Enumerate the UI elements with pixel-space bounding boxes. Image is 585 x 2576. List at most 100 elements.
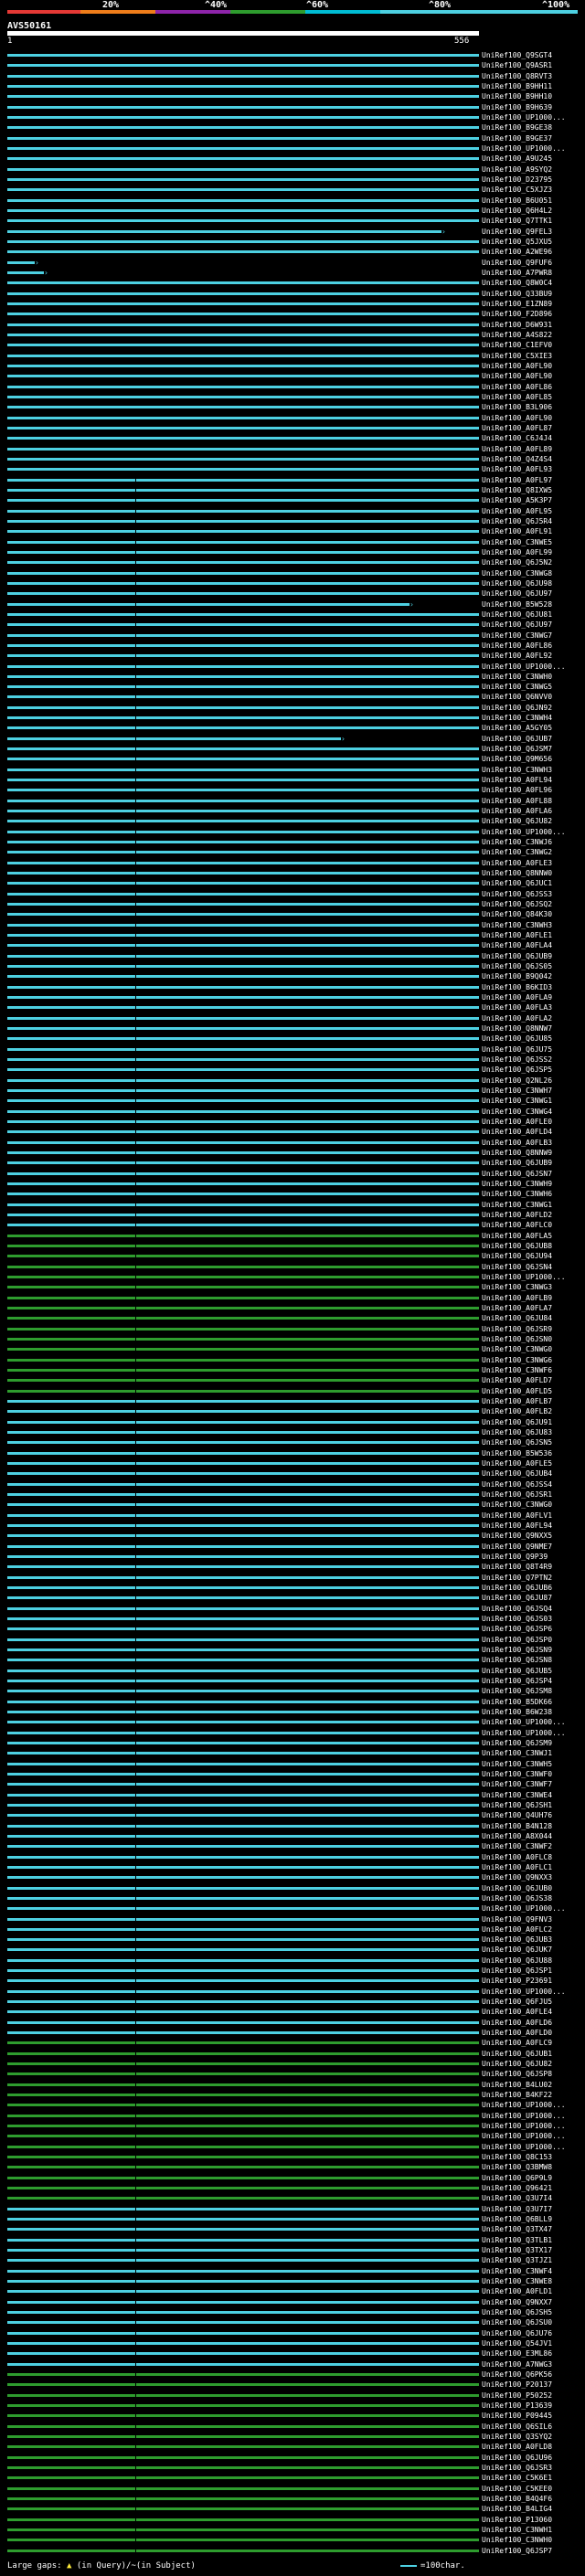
hit-label[interactable]: UniRef100_Q6JS05: [482, 962, 552, 970]
hit-row[interactable]: UniRef100_A0FLB3: [0, 1139, 585, 1147]
hit-label[interactable]: UniRef100_Q6JUB1: [482, 2050, 552, 2058]
hit-label[interactable]: UniRef100_Q6JUK7: [482, 1945, 552, 1954]
hit-label[interactable]: UniRef100_C3NWH3: [482, 921, 552, 929]
hit-row[interactable]: UniRef100_A0FLA4: [0, 941, 585, 949]
hit-label[interactable]: UniRef100_A0FL96: [482, 786, 552, 794]
hit-label[interactable]: UniRef100_Q6JU82: [482, 817, 552, 825]
hit-row[interactable]: UniRef100_A0FL95: [0, 507, 585, 515]
hit-row[interactable]: UniRef100_A0FL87: [0, 424, 585, 432]
hit-label[interactable]: UniRef100_A0FL86: [482, 383, 552, 391]
hit-label[interactable]: UniRef100_A0FLB7: [482, 1397, 552, 1405]
hit-label[interactable]: UniRef100_Q8RVT3: [482, 72, 552, 80]
hit-label[interactable]: UniRef100_C3NWG3: [482, 1283, 552, 1291]
hit-label[interactable]: UniRef100_A0FLB3: [482, 1139, 552, 1147]
hit-label[interactable]: UniRef100_B4N128: [482, 1822, 552, 1830]
hit-label[interactable]: UniRef100_A0FLC8: [482, 1853, 552, 1861]
hit-row[interactable]: UniRef100_B5W536: [0, 1449, 585, 1458]
hit-row[interactable]: UniRef100_Q6JU82: [0, 817, 585, 825]
hit-label[interactable]: UniRef100_A0FLD7: [482, 1376, 552, 1384]
hit-label[interactable]: UniRef100_Q6JSR1: [482, 1490, 552, 1499]
hit-label[interactable]: UniRef100_Q9FEL3: [482, 228, 552, 236]
hit-row[interactable]: UniRef100_Q6JU94: [0, 1252, 585, 1260]
hit-label[interactable]: UniRef100_Q6JSN4: [482, 1263, 552, 1271]
hit-label[interactable]: UniRef100_UP1000...: [482, 1718, 566, 1726]
hit-row[interactable]: UniRef100_Q6JU98: [0, 579, 585, 588]
hit-row[interactable]: UniRef100_Q4Z4S4: [0, 455, 585, 463]
hit-row[interactable]: UniRef100_B6W238: [0, 1708, 585, 1716]
hit-label[interactable]: UniRef100_Q84K30: [482, 910, 552, 918]
hit-label[interactable]: UniRef100_B4Q4F6: [482, 2495, 552, 2503]
hit-label[interactable]: UniRef100_C3NWG1: [482, 1201, 552, 1209]
hit-label[interactable]: UniRef100_UP1000...: [482, 113, 566, 122]
hit-label[interactable]: UniRef100_Q6JSN7: [482, 1170, 552, 1178]
hit-label[interactable]: UniRef100_Q6JU98: [482, 579, 552, 588]
hit-label[interactable]: UniRef100_B5DK66: [482, 1698, 552, 1706]
hit-label[interactable]: UniRef100_Q9ASR1: [482, 61, 552, 69]
hit-label[interactable]: UniRef100_A0FL92: [482, 652, 552, 660]
hit-label[interactable]: UniRef100_B5W528: [482, 600, 552, 609]
hit-label[interactable]: UniRef100_Q6PK56: [482, 2370, 552, 2379]
hit-row[interactable]: UniRef100_B4Q4F6: [0, 2495, 585, 2503]
hit-label[interactable]: UniRef100_A8X044: [482, 1832, 552, 1840]
hit-row[interactable]: UniRef100_Q6JSS4: [0, 1480, 585, 1489]
hit-row[interactable]: UniRef100_A9U245: [0, 154, 585, 163]
hit-label[interactable]: UniRef100_Q6JU85: [482, 1034, 552, 1043]
hit-label[interactable]: UniRef100_Q2NL26: [482, 1076, 552, 1085]
hit-label[interactable]: UniRef100_Q3TX47: [482, 2225, 552, 2233]
hit-row[interactable]: › UniRef100_A7PWR8: [0, 269, 585, 277]
hit-label[interactable]: UniRef100_Q3BMW8: [482, 2163, 552, 2171]
hit-row[interactable]: UniRef100_UP1000...: [0, 113, 585, 122]
hit-label[interactable]: UniRef100_Q6JSM8: [482, 1687, 552, 1695]
hit-label[interactable]: UniRef100_Q6JU97: [482, 620, 552, 629]
hit-label[interactable]: UniRef100_C3NWH6: [482, 1190, 552, 1198]
hit-label[interactable]: UniRef100_Q6JSP0: [482, 1636, 552, 1644]
hit-row[interactable]: UniRef100_Q96421: [0, 2184, 585, 2192]
hit-row[interactable]: UniRef100_A0FLE4: [0, 2008, 585, 2016]
hit-label[interactable]: UniRef100_A0FLE3: [482, 859, 552, 867]
hit-label[interactable]: UniRef100_Q6JSQ4: [482, 1605, 552, 1613]
hit-row[interactable]: UniRef100_D6W931: [0, 321, 585, 329]
hit-label[interactable]: UniRef100_A9U245: [482, 154, 552, 163]
hit-label[interactable]: UniRef100_A0FLA4: [482, 941, 552, 949]
hit-row[interactable]: UniRef100_B4KF22: [0, 2091, 585, 2099]
hit-row[interactable]: UniRef100_Q6JSN5: [0, 1438, 585, 1447]
hit-row[interactable]: UniRef100_Q2NL26: [0, 1076, 585, 1085]
hit-label[interactable]: UniRef100_B6U051: [482, 196, 552, 205]
hit-label[interactable]: UniRef100_Q6JUB6: [482, 1584, 552, 1592]
hit-row[interactable]: UniRef100_B6U051: [0, 196, 585, 205]
hit-row[interactable]: UniRef100_B9HH11: [0, 82, 585, 90]
hit-label[interactable]: UniRef100_Q3TJZ1: [482, 2256, 552, 2264]
hit-label[interactable]: UniRef100_Q8W0C4: [482, 279, 552, 287]
hit-row[interactable]: UniRef100_Q6JSP4: [0, 1677, 585, 1685]
hit-row[interactable]: UniRef100_B9Q042: [0, 972, 585, 981]
hit-row[interactable]: UniRef100_Q6JSN8: [0, 1656, 585, 1664]
hit-label[interactable]: UniRef100_C3NWJ1: [482, 1749, 552, 1757]
hit-row[interactable]: UniRef100_UP1000...: [0, 144, 585, 153]
hit-row[interactable]: UniRef100_A0FLC2: [0, 1925, 585, 1934]
hit-label[interactable]: UniRef100_Q6JSN0: [482, 1335, 552, 1343]
hit-row[interactable]: UniRef100_C3NWJ6: [0, 838, 585, 846]
hit-row[interactable]: UniRef100_Q6J5R4: [0, 517, 585, 525]
hit-label[interactable]: UniRef100_P13060: [482, 2516, 552, 2524]
hit-label[interactable]: UniRef100_Q6JUB0: [482, 1884, 552, 1892]
hit-row[interactable]: UniRef100_C5KEE0: [0, 2485, 585, 2493]
hit-row[interactable]: UniRef100_Q6JSS3: [0, 890, 585, 898]
hit-row[interactable]: UniRef100_Q9NXX5: [0, 1532, 585, 1540]
hit-row[interactable]: UniRef100_A0FL92: [0, 652, 585, 660]
hit-label[interactable]: UniRef100_Q6JSM7: [482, 745, 552, 753]
hit-row[interactable]: UniRef100_B9HH10: [0, 92, 585, 101]
hit-row[interactable]: UniRef100_A5K3P7: [0, 496, 585, 504]
hit-row[interactable]: UniRef100_Q9ASR1: [0, 61, 585, 69]
hit-label[interactable]: UniRef100_Q6JS03: [482, 1615, 552, 1623]
hit-row[interactable]: UniRef100_Q6JS03: [0, 1615, 585, 1623]
hit-row[interactable]: UniRef100_C3NWH5: [0, 1760, 585, 1768]
hit-label[interactable]: UniRef100_UP1000...: [482, 663, 566, 671]
hit-label[interactable]: UniRef100_A0FLA2: [482, 1014, 552, 1023]
hit-row[interactable]: UniRef100_Q6JSQ4: [0, 1605, 585, 1613]
hit-row[interactable]: UniRef100_Q6J5N2: [0, 558, 585, 567]
hit-label[interactable]: UniRef100_Q9FNV3: [482, 1915, 552, 1924]
hit-label[interactable]: UniRef100_A7PWR8: [482, 269, 552, 277]
hit-label[interactable]: UniRef100_A0FLD5: [482, 1387, 552, 1395]
hit-row[interactable]: UniRef100_Q6JSN0: [0, 1335, 585, 1343]
hit-label[interactable]: UniRef100_Q6JUB8: [482, 1242, 552, 1250]
